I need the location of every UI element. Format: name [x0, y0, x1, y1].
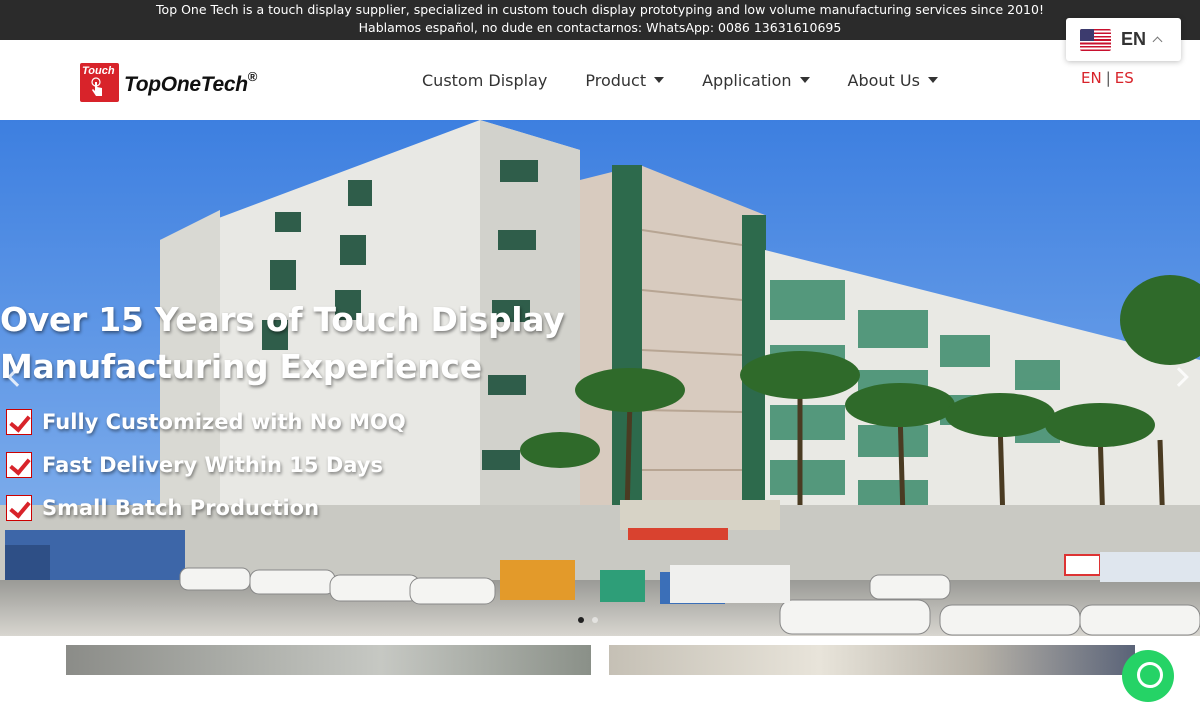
- nav-item-label: Application: [702, 70, 792, 90]
- hero-bullet: Small Batch Production: [6, 486, 564, 529]
- logo-name: TopOneTech®: [124, 69, 257, 97]
- nav-item-about-us[interactable]: About Us: [848, 71, 938, 90]
- site-logo[interactable]: Touch TopOneTech®: [80, 62, 257, 102]
- nav-item-label: Product: [585, 70, 647, 90]
- nav-item-product[interactable]: Product: [585, 70, 665, 90]
- hero-bullet: Fast Delivery Within 15 Days: [6, 443, 564, 486]
- language-selector[interactable]: EN: [1066, 18, 1181, 61]
- language-code: EN: [1121, 29, 1147, 49]
- registered-mark: ®: [247, 69, 258, 84]
- lang-separator: |: [1105, 69, 1111, 87]
- caret-down-icon: [927, 77, 938, 83]
- hero-bullet: Fully Customized with No MOQ: [6, 400, 564, 443]
- checkbox-checked-icon: [6, 408, 32, 435]
- nav-item-label: Custom Display: [422, 70, 548, 90]
- nav-item-custom-display[interactable]: Custom Display: [422, 71, 547, 90]
- language-links: EN | ES: [1081, 69, 1134, 87]
- whatsapp-chat-icon[interactable]: [1122, 650, 1174, 702]
- caret-down-icon: [654, 77, 665, 83]
- us-flag-icon: [1080, 28, 1111, 51]
- feature-image-right[interactable]: [609, 645, 1135, 675]
- slider-pagination: [578, 617, 598, 623]
- touch-badge-icon: Touch: [80, 62, 119, 102]
- checkbox-checked-icon: [6, 451, 32, 478]
- hand-touch-icon: [91, 76, 102, 96]
- hero-bullet-text: Fast Delivery Within 15 Days: [42, 452, 383, 477]
- hero-title-line-1: Over 15 Years of Touch Display: [0, 300, 565, 339]
- site-header: Touch TopOneTech® Custom Display Product…: [0, 40, 1200, 120]
- slider-dot[interactable]: [578, 617, 584, 623]
- lang-link-es[interactable]: ES: [1115, 69, 1134, 87]
- nav-item-label: About Us: [847, 70, 920, 90]
- hero-bullet-list: Fully Customized with No MOQ Fast Delive…: [6, 400, 564, 529]
- nav-item-application[interactable]: Application: [702, 70, 810, 90]
- hero-slider: Over 15 Years of Touch Display Manufactu…: [0, 120, 1200, 636]
- checkbox-checked-icon: [6, 494, 32, 521]
- hero-bullet-text: Fully Customized with No MOQ: [42, 409, 406, 434]
- logo-name-text: TopOneTech: [124, 73, 248, 96]
- hero-bullet-text: Small Batch Production: [42, 495, 320, 520]
- announcement-line-2: Hablamos español, no dude en contactarno…: [358, 20, 842, 35]
- feature-image-left[interactable]: [66, 645, 591, 675]
- main-nav: Custom Display Product Application About…: [422, 40, 976, 120]
- lang-link-en[interactable]: EN: [1081, 69, 1102, 87]
- badge-text: Touch: [82, 64, 115, 77]
- hero-caption: Over 15 Years of Touch Display Manufactu…: [0, 296, 565, 529]
- caret-down-icon: [799, 77, 810, 83]
- chevron-up-icon: [1152, 36, 1163, 47]
- announcement-bar: Top One Tech is a touch display supplier…: [0, 0, 1200, 40]
- hero-title-line-2: Manufacturing Experience: [0, 347, 482, 386]
- announcement-line-1: Top One Tech is a touch display supplier…: [156, 2, 1044, 17]
- slider-dot[interactable]: [592, 617, 598, 623]
